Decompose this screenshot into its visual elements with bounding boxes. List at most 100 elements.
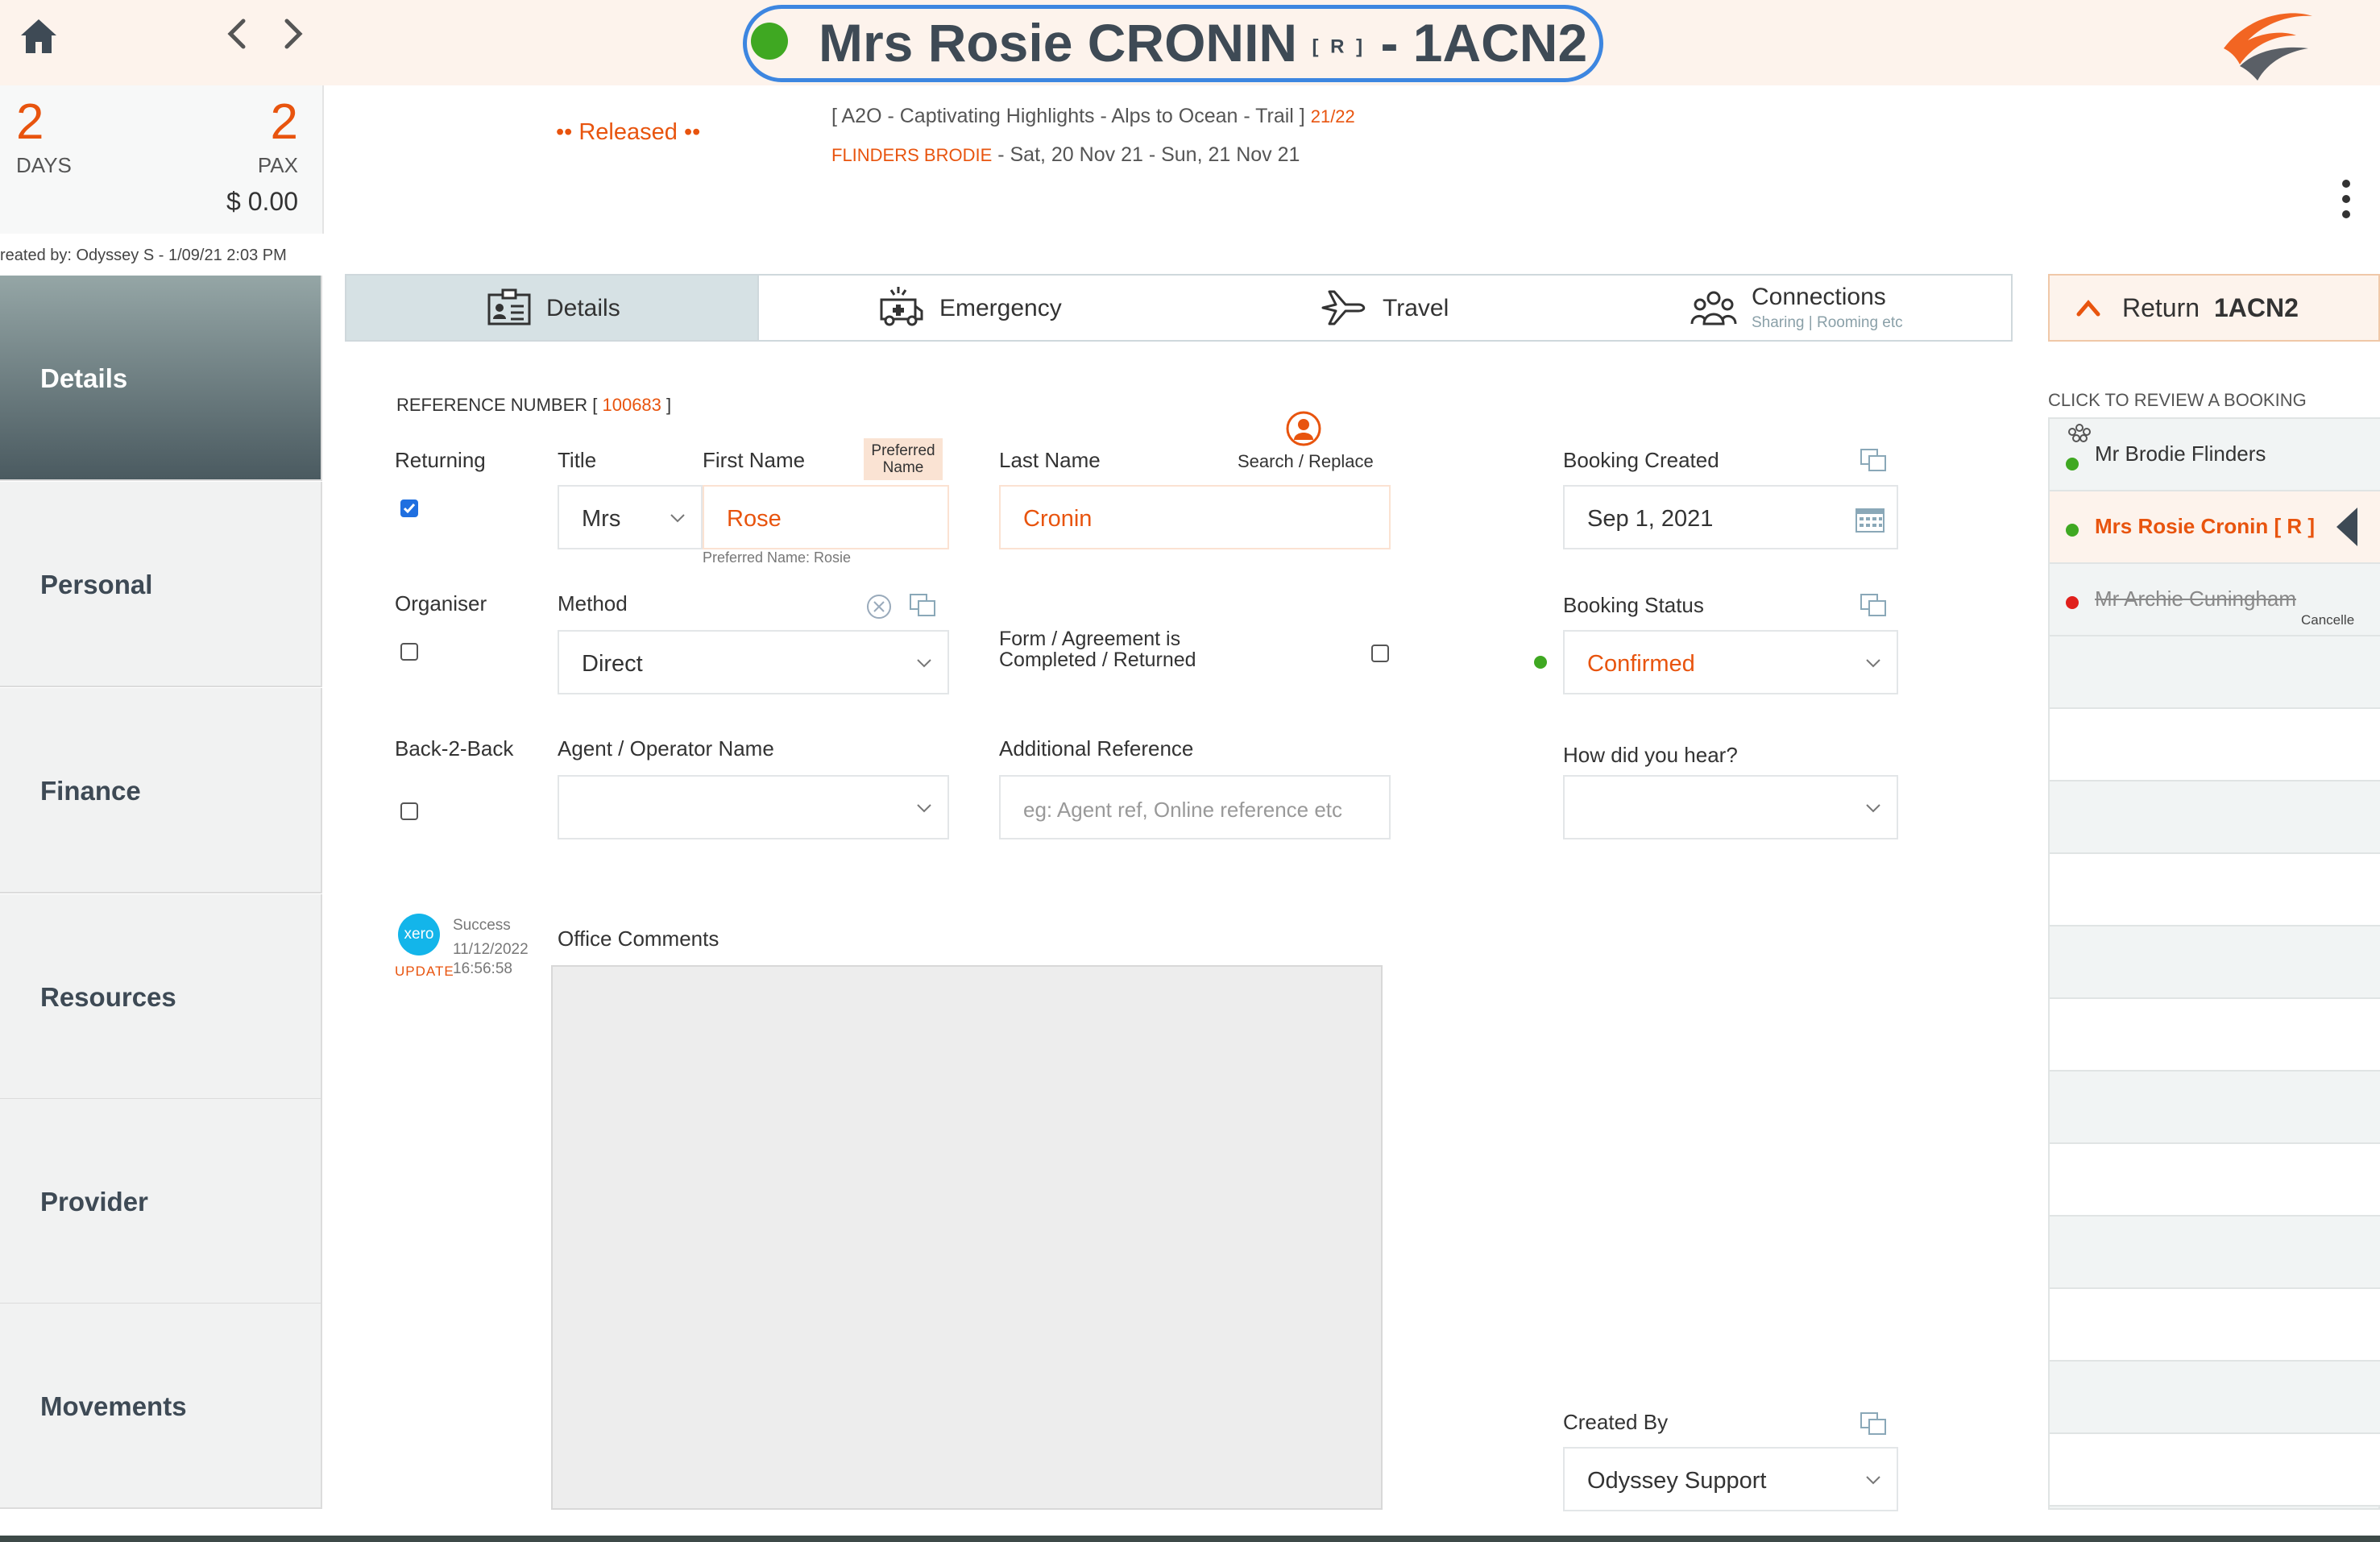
additional-reference-input[interactable]: eg: Agent ref, Online reference etc: [999, 775, 1391, 839]
organiser-checkbox[interactable]: [400, 643, 418, 661]
additional-reference-placeholder: eg: Agent ref, Online reference etc: [1023, 798, 1343, 822]
form-agreement-label: Form / Agreement is Completed / Returned: [999, 628, 1196, 670]
trip-season: 21/22: [1310, 106, 1355, 126]
list-item: [2050, 1217, 2380, 1289]
reference-number: REFERENCE NUMBER [ 100683 ]: [396, 395, 671, 416]
home-icon[interactable]: [18, 16, 60, 56]
method-label: Method: [558, 591, 628, 616]
tab-details[interactable]: Details: [346, 276, 759, 340]
reference-close: ]: [666, 395, 672, 415]
agent-select[interactable]: [558, 775, 949, 839]
xero-time: 16:56:58: [453, 960, 512, 977]
form-agreement-checkbox[interactable]: [1371, 645, 1389, 662]
created-by-select[interactable]: Odyssey Support: [1563, 1447, 1898, 1511]
chevron-down-icon: [1866, 659, 1880, 668]
organiser-label: Organiser: [395, 591, 487, 616]
method-select[interactable]: Direct: [558, 630, 949, 694]
office-comments-label: Office Comments: [558, 926, 719, 951]
tab-details-label: Details: [546, 295, 620, 321]
chevron-down-icon: [917, 659, 931, 668]
booking-status-select[interactable]: Confirmed: [1563, 630, 1898, 694]
copy-icon[interactable]: [1860, 1411, 1889, 1437]
tab-connections[interactable]: Connections Sharing | Rooming etc: [1634, 276, 2011, 340]
ambulance-icon: [880, 287, 923, 326]
returning-checkbox[interactable]: [400, 499, 418, 517]
title-value: Mrs: [582, 506, 621, 532]
sidebar-item-provider[interactable]: Provider: [0, 1099, 322, 1304]
list-item[interactable]: Mr Brodie Flinders: [2050, 419, 2380, 491]
page-title: Mrs Rosie CRONIN [ R ] - 1ACN2: [819, 6, 1587, 79]
calendar-icon[interactable]: [1855, 506, 1885, 533]
chevron-down-icon: [1866, 804, 1880, 813]
cancelled-note: Cancelle: [2301, 612, 2355, 628]
sidebar-item-resources[interactable]: Resources: [0, 894, 322, 1100]
back-arrow-icon[interactable]: [222, 16, 251, 52]
list-item: [2050, 926, 2380, 999]
search-replace-label[interactable]: Search / Replace: [1238, 451, 1374, 472]
list-item: [2050, 1362, 2380, 1434]
office-comments-textarea[interactable]: [551, 965, 1383, 1510]
booking-name: Mr Brodie Flinders: [2095, 441, 2266, 466]
search-replace-icon[interactable]: [1286, 411, 1321, 446]
preferred-name-hint: Preferred Name: Rosie: [703, 549, 852, 566]
booking-amount: $ 0.00: [226, 187, 298, 216]
first-name-field[interactable]: Rose: [703, 485, 949, 549]
sidebar-item-personal[interactable]: Personal: [0, 482, 322, 687]
group-icon: [2068, 424, 2091, 442]
agent-label: Agent / Operator Name: [558, 736, 774, 761]
chevron-down-icon: [670, 514, 685, 523]
trip-line[interactable]: [ A2O - Captivating Highlights - Alps to…: [831, 105, 1355, 128]
tab-travel[interactable]: Travel: [1197, 276, 1632, 340]
title-select[interactable]: Mrs: [558, 485, 703, 549]
tab-emergency[interactable]: Emergency: [761, 276, 1196, 340]
copy-icon[interactable]: [1860, 448, 1889, 474]
booking-created-value: Sep 1, 2021: [1587, 506, 1714, 532]
tab-connections-sublabel: Sharing | Rooming etc: [1752, 314, 1903, 331]
booking-status-value: Confirmed: [1587, 651, 1695, 677]
copy-icon[interactable]: [1860, 593, 1889, 619]
copy-icon[interactable]: [909, 593, 938, 619]
form-agreement-line1: Form / Agreement is: [999, 628, 1181, 650]
more-options-icon[interactable]: [2336, 179, 2356, 219]
sidebar-item-label: Resources: [40, 982, 176, 1012]
list-item: [2050, 709, 2380, 781]
return-code: 1ACN2: [2214, 293, 2299, 322]
status-dot: [1534, 656, 1547, 669]
preferred-name-badge[interactable]: Preferred Name: [864, 438, 943, 480]
forward-arrow-icon[interactable]: [279, 16, 308, 52]
group-icon: [1690, 291, 1737, 325]
id-card-icon: [487, 288, 531, 325]
returning-tag: [ R ]: [1312, 35, 1366, 58]
list-item[interactable]: Mr Archie Cuningham Cancelle: [2050, 564, 2380, 636]
created-by-value: Odyssey Support: [1587, 1468, 1767, 1494]
xero-date: 11/12/2022: [453, 941, 529, 958]
list-item: [2050, 1434, 2380, 1507]
how-did-you-hear-label: How did you hear?: [1563, 743, 1738, 767]
sidebar-item-details[interactable]: Details: [0, 276, 322, 481]
how-did-you-hear-select[interactable]: [1563, 775, 1898, 839]
last-name-field[interactable]: Cronin: [999, 485, 1391, 549]
return-button[interactable]: Return 1ACN2: [2048, 274, 2380, 342]
provider-name[interactable]: FLINDERS BRODIE: [831, 145, 992, 165]
list-item: [2050, 781, 2380, 854]
status-dot: [2066, 458, 2079, 470]
xero-update-link[interactable]: UPDATE: [395, 964, 454, 980]
back-2-back-checkbox[interactable]: [400, 802, 418, 820]
booking-name: Mr Archie Cuningham: [2095, 587, 2296, 611]
trip-name[interactable]: [ A2O - Captivating Highlights - Alps to…: [831, 105, 1305, 127]
status-dot: [2066, 524, 2079, 537]
xero-logo[interactable]: xero: [398, 914, 440, 955]
chevron-down-icon: [917, 804, 931, 813]
list-item-selected[interactable]: Mrs Rosie Cronin [ R ]: [2050, 491, 2380, 564]
sidebar-item-finance[interactable]: Finance: [0, 688, 322, 893]
booking-created-field[interactable]: Sep 1, 2021: [1563, 485, 1898, 549]
title-label: Title: [558, 448, 597, 472]
back-2-back-label: Back-2-Back: [395, 736, 514, 761]
tab-emergency-label: Emergency: [939, 295, 1062, 321]
sidebar-item-label: Details: [40, 363, 128, 393]
reference-value[interactable]: 100683: [602, 395, 661, 415]
created-by-text: reated by: Odyssey S - 1/09/21 2:03 PM: [0, 247, 287, 264]
sidebar-item-movements[interactable]: Movements: [0, 1304, 322, 1509]
created-by-label: Created By: [1563, 1410, 1669, 1434]
clear-icon[interactable]: [865, 593, 893, 620]
